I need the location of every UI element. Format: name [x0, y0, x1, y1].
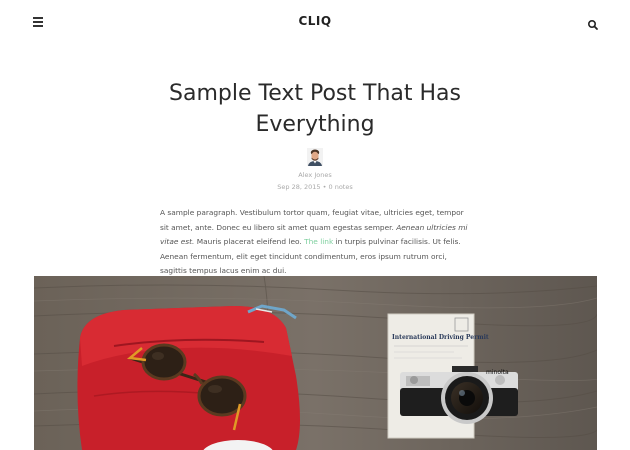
author-name[interactable]: Alex Jones: [0, 171, 630, 179]
site-logo[interactable]: CLIQ: [0, 14, 630, 28]
post-date[interactable]: Sep 28, 2015: [277, 183, 320, 191]
permit-title: International Driving Permit: [392, 334, 489, 341]
paragraph-text: Mauris placerat eleifend leo.: [194, 237, 305, 247]
search-icon[interactable]: [587, 16, 599, 30]
post-title: Sample Text Post That Has Everything: [169, 81, 461, 137]
author-avatar[interactable]: [307, 148, 323, 166]
post-photo: International Driving Permit minolta: [34, 276, 597, 450]
page: CLIQ Sample Text Post That Has Everythin…: [0, 0, 630, 450]
post-paragraph: A sample paragraph. Vestibulum tortor qu…: [160, 206, 472, 279]
post-notes[interactable]: 0 notes: [329, 183, 353, 191]
paragraph-link[interactable]: The link: [304, 237, 333, 246]
camera-brand: minolta: [486, 369, 509, 376]
post-meta: Sep 28, 2015 • 0 notes: [0, 183, 630, 191]
site-header: CLIQ: [0, 0, 630, 44]
